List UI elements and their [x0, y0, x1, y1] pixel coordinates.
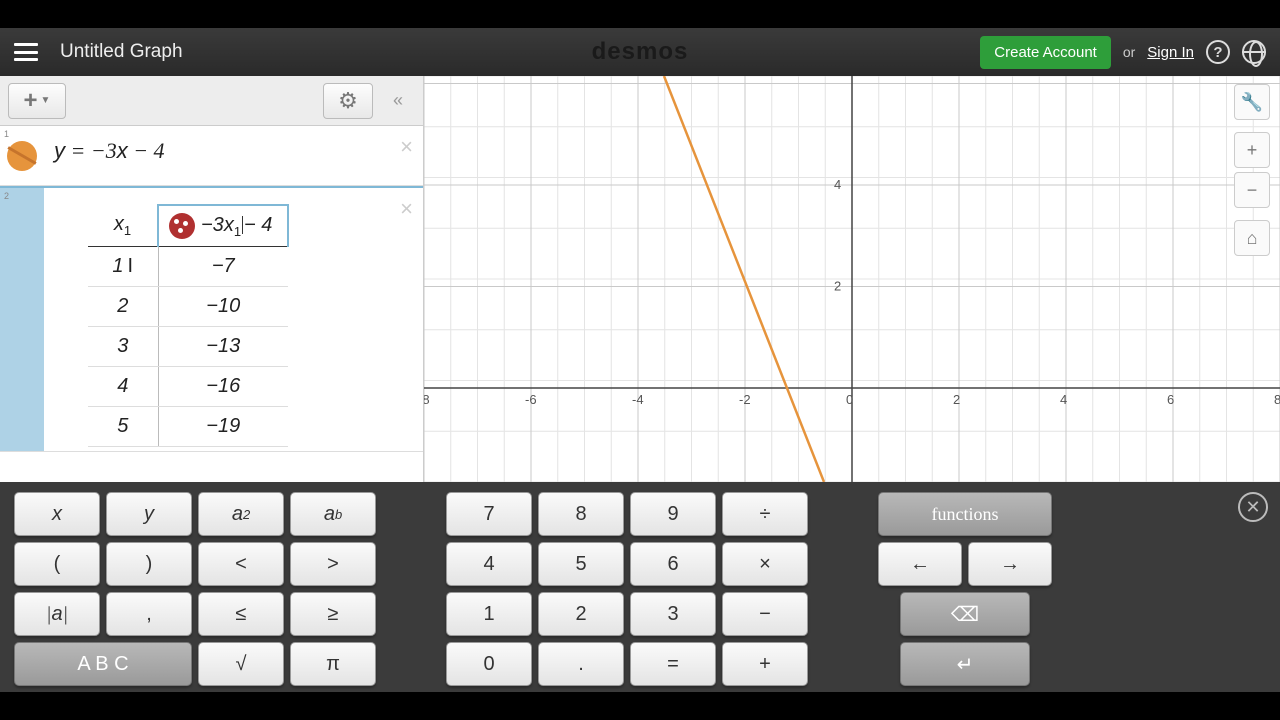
key-.[interactable]: .: [538, 642, 624, 686]
key-5[interactable]: 5: [538, 542, 624, 586]
svg-text:-8: -8: [424, 392, 430, 407]
key-8[interactable]: 8: [538, 492, 624, 536]
close-keyboard-button[interactable]: ✕: [1238, 492, 1268, 522]
table-row-expression[interactable]: 2 × x1 −3x1− 4: [0, 186, 423, 452]
svg-text:-4: -4: [632, 392, 644, 407]
table-cell-y[interactable]: −13: [158, 327, 288, 367]
key-7[interactable]: 7: [446, 492, 532, 536]
wrench-icon[interactable]: 🔧: [1234, 84, 1270, 120]
home-button[interactable]: ⌂: [1234, 220, 1270, 256]
create-account-button[interactable]: Create Account: [980, 36, 1111, 69]
key-π[interactable]: π: [290, 642, 376, 686]
table-cell-x[interactable]: 3: [88, 327, 158, 367]
expression-row[interactable]: 1 y = −3x − 4 ×: [0, 126, 423, 186]
abc-key[interactable]: A B C: [14, 642, 192, 686]
svg-text:4: 4: [1060, 392, 1067, 407]
key-0[interactable]: 0: [446, 642, 532, 686]
table-cell-y[interactable]: −19: [158, 407, 288, 447]
key-−[interactable]: −: [722, 592, 808, 636]
key-1[interactable]: 1: [446, 592, 532, 636]
key-4[interactable]: 4: [446, 542, 532, 586]
key-x[interactable]: x: [14, 492, 100, 536]
expression-input[interactable]: y = −3x − 4 ×: [44, 126, 423, 185]
key-≥[interactable]: ≥: [290, 592, 376, 636]
svg-text:4: 4: [834, 177, 841, 192]
key-aᵇ[interactable]: ab: [290, 492, 376, 536]
table-cell-x[interactable]: 4: [88, 367, 158, 407]
svg-text:-2: -2: [739, 392, 751, 407]
zoom-in-button[interactable]: +: [1234, 132, 1270, 168]
svg-text:2: 2: [834, 279, 841, 294]
key-)[interactable]: ): [106, 542, 192, 586]
key-+[interactable]: +: [722, 642, 808, 686]
functions-key[interactable]: functions: [878, 492, 1052, 536]
table-cell-x[interactable]: 2: [88, 287, 158, 327]
svg-text:8: 8: [1274, 392, 1280, 407]
key-√[interactable]: √: [198, 642, 284, 686]
arrow-right-key[interactable]: →: [968, 542, 1052, 586]
key-×[interactable]: ×: [722, 542, 808, 586]
key-≤[interactable]: ≤: [198, 592, 284, 636]
table-header-x[interactable]: x1: [88, 205, 158, 247]
key-|a|[interactable]: |a|: [14, 592, 100, 636]
key-<[interactable]: <: [198, 542, 284, 586]
table-header-y[interactable]: −3x1− 4: [158, 205, 288, 247]
color-swatch-icon[interactable]: [7, 141, 37, 171]
points-swatch-icon[interactable]: [169, 213, 195, 239]
collapse-sidebar-button[interactable]: «: [381, 90, 415, 111]
key-=[interactable]: =: [630, 642, 716, 686]
key->[interactable]: >: [290, 542, 376, 586]
menu-icon[interactable]: [14, 43, 38, 61]
key-a²[interactable]: a2: [198, 492, 284, 536]
svg-text:-6: -6: [525, 392, 537, 407]
table-cell-y[interactable]: −7: [158, 247, 288, 287]
svg-text:2: 2: [953, 392, 960, 407]
add-expression-button[interactable]: +▼: [8, 83, 66, 119]
table-cell-x[interactable]: 1I: [88, 247, 158, 287]
key-([interactable]: (: [14, 542, 100, 586]
key-÷[interactable]: ÷: [722, 492, 808, 536]
table-cell-x[interactable]: 5: [88, 407, 158, 447]
on-screen-keyboard: xya2ab ()<> |a|,≤≥ A B C√π 789÷ 456× 123− 0.=+…: [0, 482, 1280, 692]
data-table: x1 −3x1− 4 1I−72−103−134−165−19: [88, 204, 289, 447]
arrow-left-key[interactable]: ←: [878, 542, 962, 586]
key-9[interactable]: 9: [630, 492, 716, 536]
key-2[interactable]: 2: [538, 592, 624, 636]
or-text: or: [1123, 44, 1135, 60]
help-icon[interactable]: ?: [1206, 40, 1230, 64]
sign-in-link[interactable]: Sign In: [1147, 44, 1194, 61]
svg-text:6: 6: [1167, 392, 1174, 407]
delete-table-button[interactable]: ×: [400, 196, 413, 222]
language-icon[interactable]: [1242, 40, 1266, 64]
backspace-key[interactable]: ⌫: [900, 592, 1030, 636]
graph-canvas[interactable]: -8 -6 -4 -2 0 2 4 6 8 4 2 🔧 + − ⌂: [424, 76, 1280, 482]
table-cell-y[interactable]: −10: [158, 287, 288, 327]
settings-button[interactable]: ⚙: [323, 83, 373, 119]
app-header: Untitled Graph desmos Create Account or …: [0, 28, 1280, 76]
sidebar-toolbar: +▼ ⚙ «: [0, 76, 423, 126]
key-y[interactable]: y: [106, 492, 192, 536]
graph-title[interactable]: Untitled Graph: [60, 41, 183, 63]
table-cell-y[interactable]: −16: [158, 367, 288, 407]
enter-key[interactable]: ↵: [900, 642, 1030, 686]
key-6[interactable]: 6: [630, 542, 716, 586]
key-3[interactable]: 3: [630, 592, 716, 636]
desmos-logo: desmos: [592, 38, 689, 66]
zoom-out-button[interactable]: −: [1234, 172, 1270, 208]
expression-sidebar: +▼ ⚙ « 1 y = −3x − 4 × 2: [0, 76, 424, 482]
key-,[interactable]: ,: [106, 592, 192, 636]
delete-expression-button[interactable]: ×: [400, 134, 413, 160]
svg-text:0: 0: [846, 392, 853, 407]
